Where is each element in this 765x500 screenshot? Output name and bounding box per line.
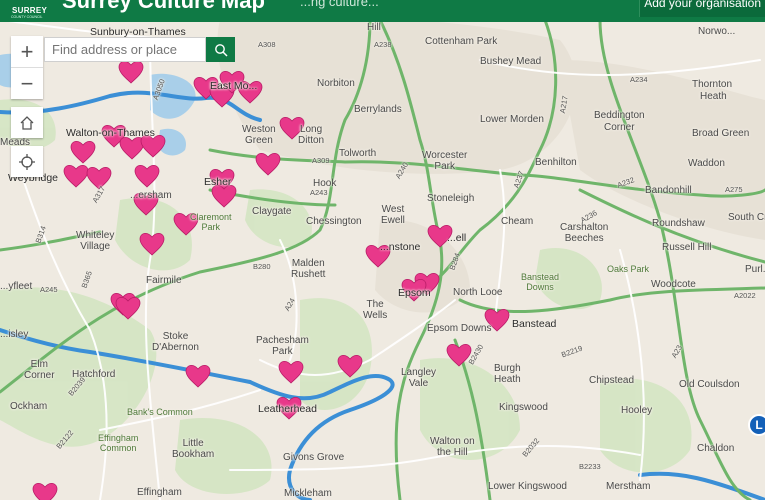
surrey-logo: SURREY COUNTY COUNCIL (8, 0, 48, 22)
add-organisation-button[interactable]: Add your organisation (639, 0, 765, 17)
home-icon (20, 115, 34, 130)
search-icon (214, 43, 228, 57)
map-location-badge[interactable]: L (748, 414, 765, 436)
logo-text: SURREY (12, 6, 48, 15)
search-input[interactable] (44, 37, 206, 62)
app-header: SURREY COUNTY COUNCIL Surrey Culture Map… (0, 0, 765, 22)
zoom-out-button[interactable]: − (11, 67, 43, 99)
basemap[interactable] (0, 0, 765, 500)
crosshair-icon (19, 153, 35, 170)
zoom-in-button[interactable]: + (11, 36, 43, 67)
home-button[interactable] (11, 107, 43, 138)
search-button[interactable] (206, 37, 235, 62)
zoom-control: + − (11, 36, 43, 99)
app-title: Surrey Culture Map (62, 0, 265, 13)
app-subtitle: ...ng culture... (300, 0, 379, 9)
logo-subtext: COUNTY COUNCIL (11, 15, 43, 19)
locate-button[interactable] (11, 146, 43, 177)
